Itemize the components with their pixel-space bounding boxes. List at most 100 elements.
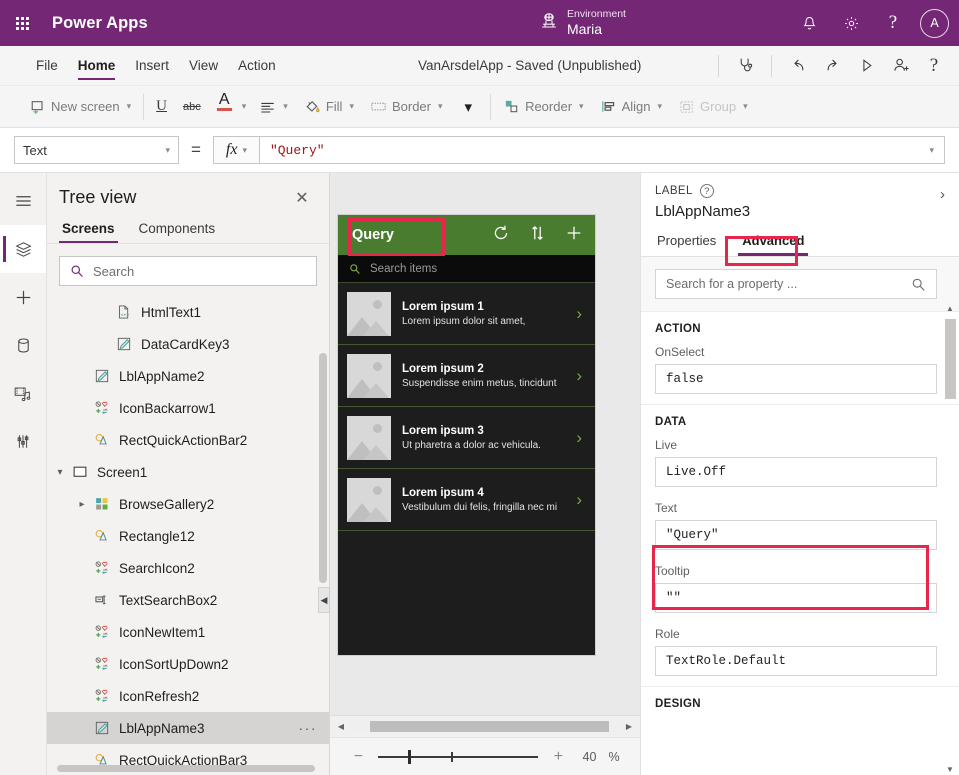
- zoom-in-button[interactable]: +: [550, 748, 566, 766]
- advanced-tools-icon[interactable]: [0, 417, 46, 465]
- undo-icon[interactable]: [781, 49, 815, 83]
- environment-selector[interactable]: Environment Maria: [540, 4, 626, 38]
- scroll-down-icon[interactable]: ▼: [945, 765, 955, 774]
- data-cylinder-icon[interactable]: [0, 321, 46, 369]
- reorder-button[interactable]: Reorder ▾: [495, 92, 592, 122]
- preview-play-icon[interactable]: [849, 49, 883, 83]
- sort-icon[interactable]: [530, 224, 545, 247]
- text-align-button[interactable]: ▾: [252, 92, 296, 122]
- scroll-left-icon[interactable]: ◀: [334, 722, 348, 731]
- tree-item-htmltext1[interactable]: <•>HtmlText1: [47, 296, 329, 328]
- border-button[interactable]: Border ▾: [362, 92, 451, 122]
- tree-item-lblappname2[interactable]: LblAppName2: [47, 360, 329, 392]
- strikethrough-button[interactable]: abc: [175, 92, 209, 122]
- tree-item-textsearchbox2[interactable]: TextSearchBox2: [47, 584, 329, 616]
- question-icon[interactable]: ?: [874, 4, 912, 42]
- align-button[interactable]: Align ▾: [592, 92, 670, 122]
- property-selector[interactable]: Text ▾: [14, 136, 179, 164]
- property-value-input[interactable]: TextRole.Default: [655, 646, 937, 676]
- property-search-input[interactable]: Search for a property ...: [655, 269, 937, 299]
- search-input[interactable]: Search: [59, 256, 317, 286]
- tree-item-iconbackarrow1[interactable]: IconBackarrow1: [47, 392, 329, 424]
- chevron-right-icon[interactable]: ›: [576, 428, 582, 448]
- menu-item-view[interactable]: View: [179, 46, 228, 85]
- chevron-right-icon[interactable]: ›: [576, 366, 582, 386]
- property-value-input[interactable]: false: [655, 364, 937, 394]
- zoom-slider-handle[interactable]: [408, 750, 411, 764]
- chevron-right-icon[interactable]: ›: [940, 186, 945, 203]
- tree-item-rectquickactionbar2[interactable]: RectQuickActionBar2: [47, 424, 329, 456]
- formula-input[interactable]: "Query" ▾: [259, 136, 945, 164]
- chevron-right-icon[interactable]: ›: [576, 490, 582, 510]
- question-icon[interactable]: ?: [700, 184, 714, 198]
- app-checker-icon[interactable]: [728, 49, 762, 83]
- hamburger-menu-icon[interactable]: [0, 177, 46, 225]
- tree-item-screen1[interactable]: ▾Screen1: [47, 456, 329, 488]
- tree-item-more-icon[interactable]: ···: [299, 720, 318, 736]
- scroll-thumb[interactable]: [370, 721, 609, 732]
- tab-components[interactable]: Components: [136, 216, 219, 243]
- tree-view-layers-icon[interactable]: [0, 225, 46, 273]
- more-options-button[interactable]: ▾: [451, 92, 487, 122]
- zoom-out-button[interactable]: −: [350, 748, 366, 766]
- tab-advanced[interactable]: Advanced: [740, 230, 806, 256]
- scroll-thumb[interactable]: [945, 319, 956, 399]
- avatar[interactable]: A: [920, 9, 949, 38]
- insert-plus-icon[interactable]: [0, 273, 46, 321]
- tab-properties[interactable]: Properties: [655, 230, 718, 256]
- bell-icon[interactable]: [790, 4, 828, 42]
- property-value-input[interactable]: "": [655, 583, 937, 613]
- tree-twisty-icon[interactable]: ▸: [73, 499, 91, 510]
- menu-item-home[interactable]: Home: [68, 46, 126, 85]
- chevron-right-icon[interactable]: ›: [576, 304, 582, 324]
- close-icon[interactable]: ✕: [291, 188, 313, 208]
- tree-item-iconsortupdown2[interactable]: IconSortUpDown2: [47, 648, 329, 680]
- add-icon[interactable]: [565, 224, 583, 247]
- gallery-item[interactable]: Lorem ipsum 3Ut pharetra a dolor ac vehi…: [338, 407, 595, 469]
- fx-button[interactable]: fx ▾: [213, 136, 259, 164]
- tree-horizontal-scrollbar[interactable]: [57, 765, 315, 772]
- chevron-down-icon[interactable]: ▾: [929, 145, 934, 156]
- gear-icon[interactable]: [832, 4, 870, 42]
- tree-item-datacardkey3[interactable]: DataCardKey3: [47, 328, 329, 360]
- property-value-input[interactable]: Live.Off: [655, 457, 937, 487]
- tree-item-iconnewitem1[interactable]: IconNewItem1: [47, 616, 329, 648]
- font-color-button[interactable]: A: [209, 92, 240, 122]
- scroll-up-icon[interactable]: ▲: [945, 304, 955, 313]
- app-preview-screen[interactable]: Query: [338, 215, 595, 655]
- properties-vertical-scrollbar[interactable]: ▲ ▼: [944, 303, 956, 775]
- menu-item-action[interactable]: Action: [228, 46, 286, 85]
- app-search-box[interactable]: Search items: [338, 255, 595, 283]
- chevron-down-icon[interactable]: ▾: [242, 101, 247, 112]
- property-value-input[interactable]: "Query": [655, 520, 937, 550]
- new-screen-button[interactable]: New screen ▾: [22, 92, 139, 122]
- refresh-icon[interactable]: [492, 224, 510, 247]
- tree-item-lblappname3[interactable]: LblAppName3···: [47, 712, 329, 744]
- tree-vertical-scrollbar[interactable]: [319, 353, 327, 583]
- menu-item-insert[interactable]: Insert: [125, 46, 179, 85]
- tree-item-rectangle12[interactable]: Rectangle12: [47, 520, 329, 552]
- gallery-item[interactable]: Lorem ipsum 4Vestibulum dui felis, fring…: [338, 469, 595, 531]
- menu-item-file[interactable]: File: [26, 46, 68, 85]
- gallery-item[interactable]: Lorem ipsum 1Lorem ipsum dolor sit amet,…: [338, 283, 595, 345]
- redo-icon[interactable]: [815, 49, 849, 83]
- scroll-track[interactable]: [348, 721, 622, 732]
- zoom-slider[interactable]: [378, 756, 538, 758]
- underline-button[interactable]: U: [148, 92, 175, 122]
- tree-item-browsegallery2[interactable]: ▸BrowseGallery2: [47, 488, 329, 520]
- collapse-panel-icon[interactable]: ◀: [318, 587, 330, 613]
- tree-twisty-icon[interactable]: ▾: [51, 467, 69, 478]
- gallery-item[interactable]: Lorem ipsum 2Suspendisse enim metus, tin…: [338, 345, 595, 407]
- scroll-right-icon[interactable]: ▶: [622, 722, 636, 731]
- tab-screens[interactable]: Screens: [59, 216, 118, 243]
- tree-item-searchicon2[interactable]: SearchIcon2: [47, 552, 329, 584]
- help-question-icon[interactable]: ?: [917, 49, 951, 83]
- app-launcher-icon[interactable]: [0, 17, 44, 30]
- fill-button[interactable]: Fill ▾: [296, 92, 362, 122]
- group-button[interactable]: Group ▾: [670, 92, 756, 122]
- tree-item-iconrefresh2[interactable]: IconRefresh2: [47, 680, 329, 712]
- share-user-icon[interactable]: [883, 49, 917, 83]
- app-header-title[interactable]: Query: [338, 227, 394, 243]
- media-icon[interactable]: [0, 369, 46, 417]
- canvas-horizontal-scrollbar[interactable]: ◀ ▶: [330, 715, 640, 737]
